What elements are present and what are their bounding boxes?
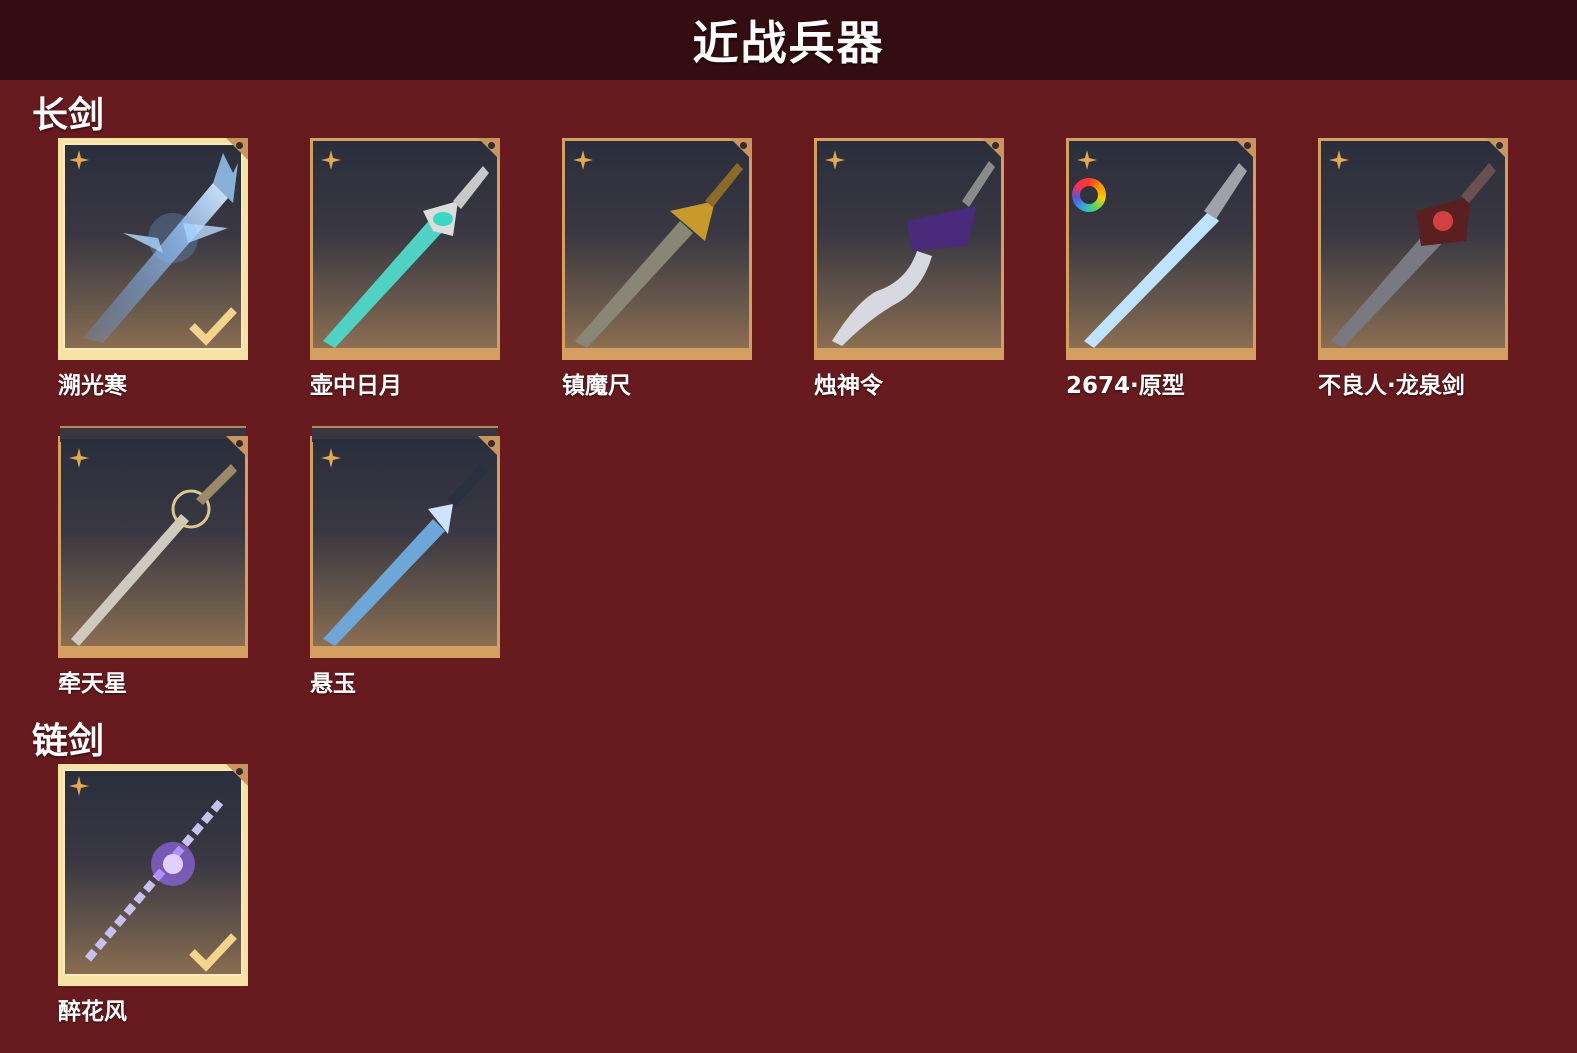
corner-tab bbox=[226, 436, 248, 458]
corner-dot bbox=[1496, 142, 1503, 149]
weapon-card-qiantianxing[interactable] bbox=[58, 426, 248, 658]
weapon-card-zhenmochi[interactable] bbox=[562, 138, 752, 360]
weapon-card-huzhongriyue[interactable] bbox=[310, 138, 500, 360]
weapon-card-longquanjian[interactable] bbox=[1318, 138, 1508, 360]
corner-dot bbox=[488, 142, 495, 149]
weapon-image bbox=[1321, 141, 1505, 348]
section-title-chainsword: 链剑 bbox=[32, 721, 105, 762]
corner-tab bbox=[226, 764, 248, 786]
weapon-card-suguanghan[interactable] bbox=[58, 138, 248, 360]
rarity-star-icon bbox=[321, 150, 341, 170]
weapon-name: 不良人·龙泉剑 bbox=[1318, 373, 1465, 399]
rarity-star-icon bbox=[573, 150, 593, 170]
rarity-star-icon bbox=[69, 776, 89, 796]
weapon-image bbox=[1069, 141, 1253, 348]
rarity-star-icon bbox=[825, 150, 845, 170]
corner-tab bbox=[982, 138, 1004, 160]
weapon-name: 溯光寒 bbox=[58, 373, 127, 399]
weapon-card-zhushenling[interactable] bbox=[814, 138, 1004, 360]
corner-tab bbox=[226, 138, 248, 160]
corner-tab bbox=[478, 138, 500, 160]
weapon-image bbox=[565, 141, 749, 348]
equipped-checkmark-icon bbox=[189, 933, 237, 972]
weapon-name: 醉花风 bbox=[58, 999, 127, 1025]
rarity-star-icon bbox=[321, 448, 341, 468]
page-title: 近战兵器 bbox=[692, 16, 885, 70]
weapon-name: 牵天星 bbox=[58, 671, 127, 697]
corner-tab bbox=[1486, 138, 1508, 160]
equipped-checkmark-icon bbox=[189, 307, 237, 346]
corner-dot bbox=[740, 142, 747, 149]
corner-dot bbox=[236, 440, 243, 447]
rarity-star-icon bbox=[69, 448, 89, 468]
weapon-image bbox=[61, 439, 245, 646]
rarity-star-icon bbox=[1077, 150, 1097, 170]
weapon-name: 镇魔尺 bbox=[562, 373, 631, 399]
color-wheel-icon bbox=[1072, 178, 1106, 212]
page-header: 近战兵器 bbox=[0, 0, 1577, 80]
corner-dot bbox=[236, 142, 243, 149]
corner-tab bbox=[730, 138, 752, 160]
weapon-card-2674-prototype[interactable] bbox=[1066, 138, 1256, 360]
rarity-star-icon bbox=[1329, 150, 1349, 170]
section-title-longsword: 长剑 bbox=[32, 95, 105, 136]
weapon-image bbox=[313, 439, 497, 646]
corner-tab bbox=[478, 436, 500, 458]
corner-tab bbox=[1234, 138, 1256, 160]
corner-dot bbox=[488, 440, 495, 447]
corner-dot bbox=[992, 142, 999, 149]
rarity-star-icon bbox=[69, 150, 89, 170]
weapon-card-xuanyu[interactable] bbox=[310, 426, 500, 658]
weapon-name: 壶中日月 bbox=[310, 373, 402, 399]
weapon-name: 悬玉 bbox=[310, 671, 356, 697]
weapon-card-zuihuafeng[interactable] bbox=[58, 764, 248, 986]
weapon-image bbox=[313, 141, 497, 348]
corner-dot bbox=[236, 768, 243, 775]
weapon-name: 2674·原型 bbox=[1066, 373, 1185, 399]
corner-dot bbox=[1244, 142, 1251, 149]
weapon-image bbox=[817, 141, 1001, 348]
weapon-name: 烛神令 bbox=[814, 373, 883, 399]
